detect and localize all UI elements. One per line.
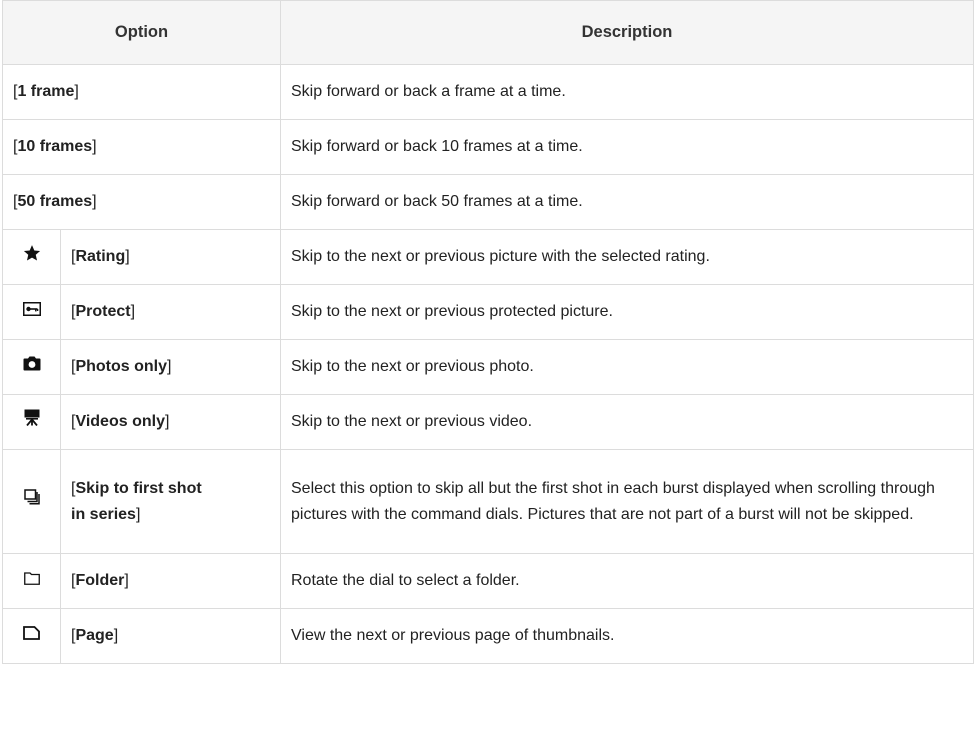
table-row: [Folder] Rotate the dial to select a fol… [2,553,974,609]
option-name: Protect [75,303,131,320]
option-name-cell: [Videos only] [60,394,281,450]
option-name-cell: [10 frames] [2,119,281,175]
option-name: Page [75,627,114,644]
option-name-cell: [Photos only] [60,339,281,395]
option-name-cell: [Rating] [60,229,281,285]
icon-cell [2,394,61,450]
option-name-cell: [50 frames] [2,174,281,230]
table-row: [Page] View the next or previous page of… [2,608,974,664]
star-icon [23,244,41,271]
option-description: Skip forward or back 10 frames at a time… [280,119,974,175]
option-name-continued: in series [71,505,136,523]
table-row: [50 frames] Skip forward or back 50 fram… [2,174,974,230]
page-icon [23,623,40,649]
description-column-header: Description [280,0,974,65]
folder-icon [23,568,40,594]
protect-key-icon [22,299,41,325]
option-description: Skip forward or back 50 frames at a time… [280,174,974,230]
table-row: [Rating] Skip to the next or previous pi… [2,229,974,285]
option-name-cell: [1 frame] [2,64,281,120]
option-name-cell: [Skip to first shot in series] [60,449,281,554]
option-name: 50 frames [17,193,93,210]
table-row: [Videos only] Skip to the next or previo… [2,394,974,450]
option-name-cell: [Protect] [60,284,281,340]
option-name: 10 frames [17,138,93,155]
icon-cell [2,608,61,664]
table-row: [1 frame] Skip forward or back a frame a… [2,64,974,120]
table-row: [Skip to first shot in series] Select thi… [2,449,974,554]
options-table: Option Description [1 frame] Skip forwar… [2,0,974,664]
option-name: 1 frame [17,83,75,100]
icon-cell [2,449,61,554]
option-description: Skip forward or back a frame at a time. [280,64,974,120]
option-name-cell: [Page] [60,608,281,664]
option-column-header: Option [2,0,281,65]
movie-camera-icon [24,409,40,435]
option-name: Folder [75,572,125,589]
option-name: Skip to first shot [75,479,202,497]
option-description: Rotate the dial to select a folder. [280,553,974,609]
option-name-cell: [Folder] [60,553,281,609]
option-description: Skip to the next or previous picture wit… [280,229,974,285]
option-description: Skip to the next or previous photo. [280,339,974,395]
camera-icon [23,354,41,380]
icon-cell [2,553,61,609]
table-row: [10 frames] Skip forward or back 10 fram… [2,119,974,175]
burst-stack-icon [23,488,40,514]
icon-cell [2,284,61,340]
header-row: Option Description [2,0,974,65]
icon-cell [2,339,61,395]
option-name: Rating [75,248,126,265]
option-description: Skip to the next or previous protected p… [280,284,974,340]
option-name: Photos only [75,358,168,375]
table-row: [Protect] Skip to the next or previous p… [2,284,974,340]
option-description: Skip to the next or previous video. [280,394,974,450]
option-name: Videos only [75,413,165,430]
option-description: Select this option to skip all but the f… [280,449,974,554]
table-row: [Photos only] Skip to the next or previo… [2,339,974,395]
icon-cell [2,229,61,285]
option-description: View the next or previous page of thumbn… [280,608,974,664]
